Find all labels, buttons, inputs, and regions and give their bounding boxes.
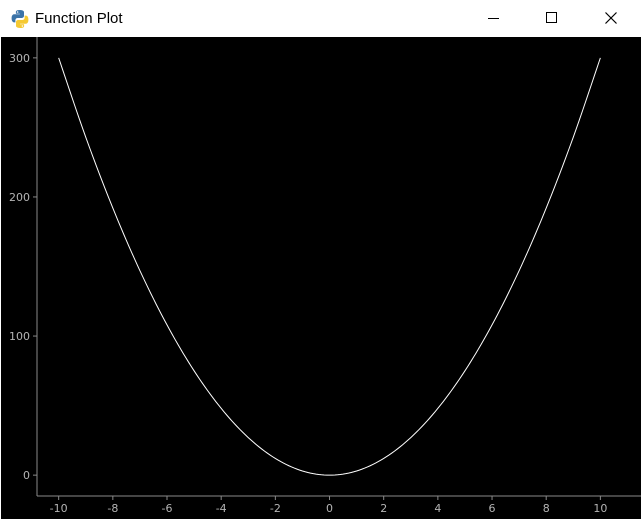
x-tick-label: 8 — [543, 502, 550, 515]
x-tick-label: -2 — [270, 502, 281, 515]
minimize-icon — [488, 18, 499, 19]
title-bar[interactable]: Function Plot — [0, 0, 643, 37]
window-title: Function Plot — [35, 10, 123, 27]
y-tick-label: 200 — [9, 191, 30, 204]
plot-area: -10 -8 -6 -4 -2 0 2 4 6 8 10 0 100 200 300 — [1, 37, 641, 519]
x-tick-label: 2 — [380, 502, 387, 515]
x-tick-label: -6 — [162, 502, 173, 515]
maximize-button[interactable] — [528, 0, 574, 37]
x-tick-label: -4 — [216, 502, 227, 515]
x-tick-label: 4 — [434, 502, 441, 515]
x-tick-label: -8 — [107, 502, 118, 515]
function-plot-window: Function Plot -10 -8 -6 -4 -2 0 2 4 6 8 10 0 100 200 3… — [0, 0, 643, 519]
x-tick-label: 0 — [326, 502, 333, 515]
x-tick-label: 6 — [489, 502, 496, 515]
python-logo-icon — [11, 10, 29, 28]
close-icon — [605, 12, 617, 24]
x-tick-label: -10 — [50, 502, 68, 515]
close-button[interactable] — [588, 0, 634, 37]
series-line-0 — [58, 57, 601, 476]
y-tick-label: 100 — [9, 330, 30, 343]
y-tick-label: 0 — [23, 469, 30, 482]
maximize-icon — [546, 12, 557, 23]
y-tick-label: 300 — [9, 52, 30, 65]
x-tick-label: 10 — [593, 502, 607, 515]
minimize-button[interactable] — [471, 0, 517, 37]
function-plot-chart: -10 -8 -6 -4 -2 0 2 4 6 8 100100200300 — [9, 37, 641, 515]
